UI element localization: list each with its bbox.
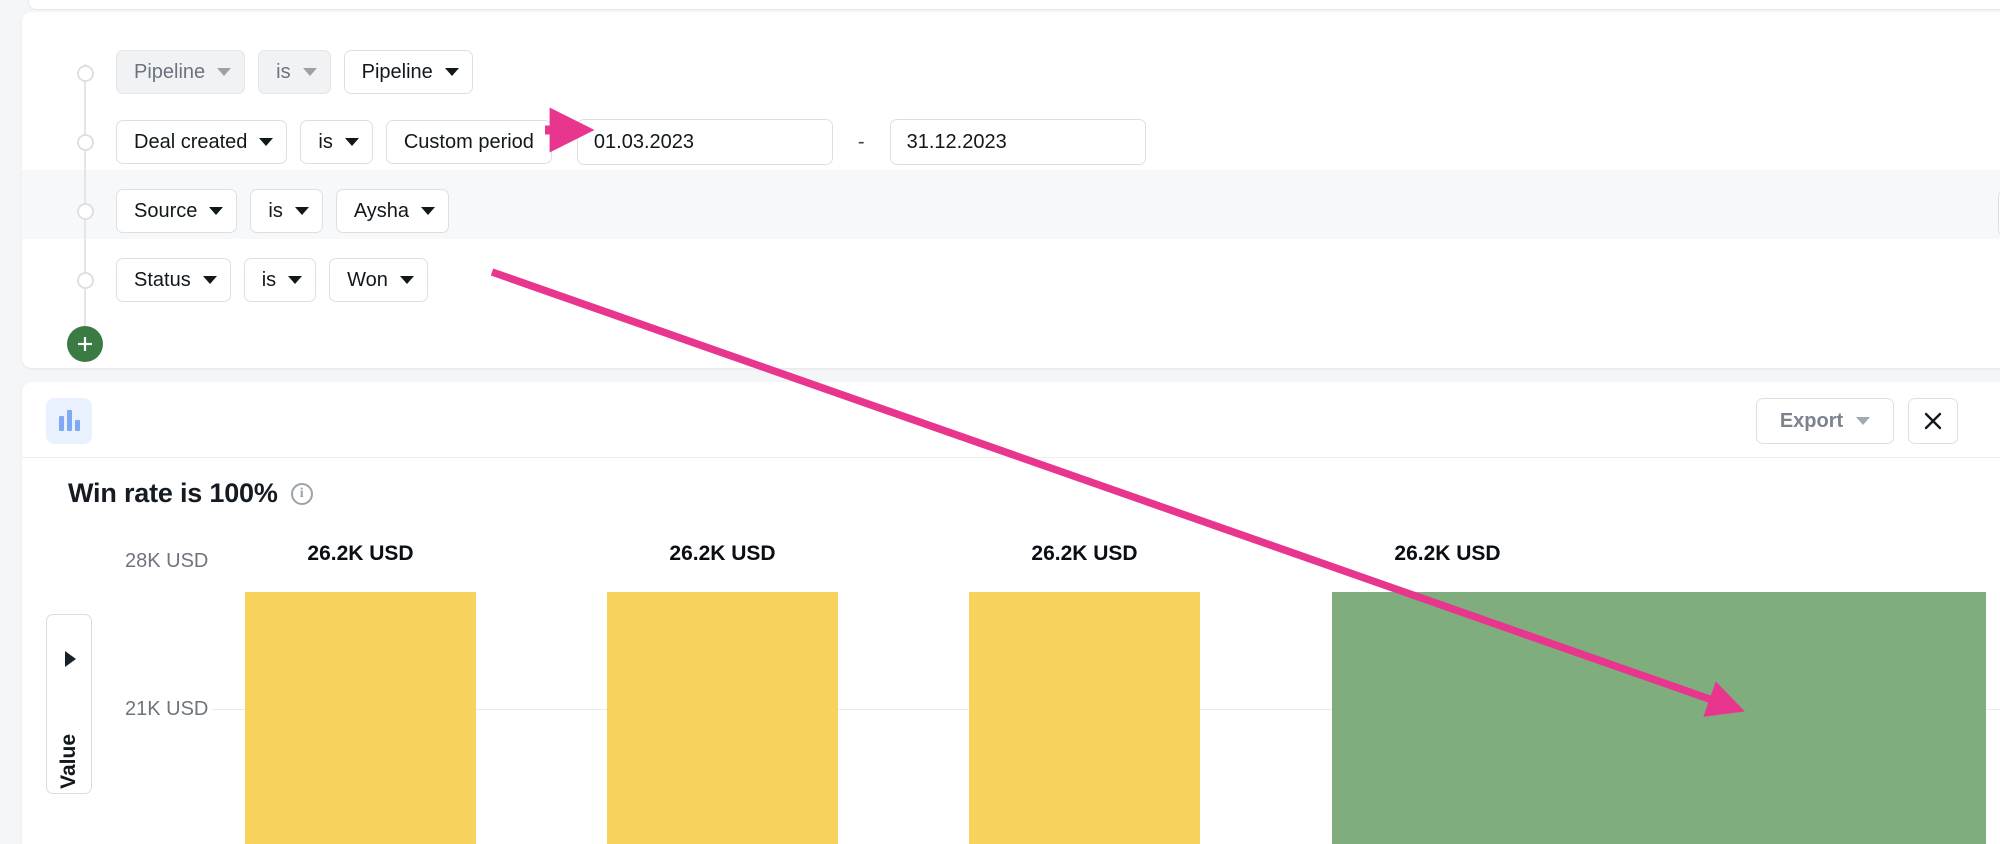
filter-value-dropdown-2[interactable]: Custom period bbox=[385, 120, 552, 164]
filter-value-dropdown-3[interactable]: Aysha bbox=[335, 189, 450, 233]
info-icon[interactable]: i bbox=[290, 482, 313, 505]
filter-node-4[interactable] bbox=[77, 272, 94, 289]
y-tick-label-1: 21K USD bbox=[125, 698, 209, 720]
filter-field-label-3: Source bbox=[134, 199, 198, 222]
bar-2[interactable] bbox=[607, 592, 838, 844]
bar-value-label-1: 26.2K USD bbox=[307, 542, 414, 565]
date-from-input[interactable]: 01.03.2023 bbox=[576, 119, 833, 165]
chevron-down-icon bbox=[421, 207, 436, 215]
filter-field-label-4: Status bbox=[134, 268, 191, 291]
filter-field-label-1: Pipeline bbox=[134, 60, 206, 83]
export-button[interactable]: Export bbox=[1756, 398, 1894, 444]
filter-value-label-2: Custom period bbox=[403, 130, 534, 153]
bar-1[interactable] bbox=[245, 592, 476, 844]
filter-field-dropdown-2[interactable]: Deal created bbox=[116, 120, 288, 164]
bar-value-label-3: 26.2K USD bbox=[1031, 542, 1138, 565]
date-range-separator: - bbox=[857, 130, 865, 153]
axis-expand-tab[interactable]: Value bbox=[46, 614, 92, 794]
filter-field-dropdown-1: Pipeline bbox=[116, 50, 246, 94]
chart-panel-card: Export Win rate is 100% i 28K USD 21K US… bbox=[22, 382, 2000, 844]
bar-3[interactable] bbox=[969, 592, 1200, 844]
filter-value-label-3: Aysha bbox=[353, 199, 410, 222]
y-tick-label-0: 28K USD bbox=[125, 550, 209, 572]
date-to-input[interactable]: 31.12.2023 bbox=[889, 119, 1146, 165]
filter-value-label-1: Pipeline bbox=[361, 60, 433, 83]
filter-row-2: Deal created is Custom period 01.03.2023… bbox=[116, 119, 1146, 165]
bar-4[interactable] bbox=[1332, 592, 1986, 844]
chevron-down-icon bbox=[217, 68, 232, 76]
play-triangle-icon bbox=[65, 651, 76, 667]
chevron-down-icon bbox=[209, 207, 224, 215]
filter-node-1[interactable] bbox=[77, 65, 94, 82]
filter-operator-label-2: is bbox=[318, 130, 333, 153]
add-filter-button[interactable] bbox=[67, 326, 103, 362]
date-to-value: 31.12.2023 bbox=[906, 130, 1007, 153]
bar-value-label-2: 26.2K USD bbox=[669, 542, 776, 565]
chevron-down-icon bbox=[294, 207, 309, 215]
bar-value-label-4: 26.2K USD bbox=[1394, 542, 1501, 565]
chevron-down-icon bbox=[202, 276, 217, 284]
filter-row-3: Source is Aysha bbox=[116, 189, 450, 233]
chevron-down-icon bbox=[1856, 417, 1871, 425]
filter-node-3[interactable] bbox=[77, 203, 94, 220]
filter-row-4: Status is Won bbox=[116, 258, 428, 302]
bar-chart-plot: 28K USD 21K USD Value 26.2K USD 26.2K US… bbox=[22, 532, 2000, 844]
filter-operator-dropdown-2[interactable]: is bbox=[300, 120, 373, 164]
plus-icon bbox=[78, 337, 92, 351]
export-label: Export bbox=[1779, 409, 1844, 432]
filter-node-2[interactable] bbox=[77, 134, 94, 151]
filter-operator-label-4: is bbox=[261, 268, 277, 291]
filter-operator-dropdown-1: is bbox=[258, 50, 331, 94]
filter-operator-dropdown-4[interactable]: is bbox=[243, 258, 317, 302]
date-from-value: 01.03.2023 bbox=[593, 130, 695, 153]
filter-operator-dropdown-3[interactable]: is bbox=[250, 189, 323, 233]
bar-chart-icon bbox=[46, 398, 92, 444]
filter-operator-label-1: is bbox=[276, 60, 291, 83]
filter-value-label-4: Won bbox=[347, 268, 388, 291]
chevron-down-icon bbox=[259, 138, 274, 146]
filter-field-dropdown-3[interactable]: Source bbox=[116, 189, 238, 233]
filter-builder-card: Pipeline is Pipeline Deal created is Cus… bbox=[22, 12, 2000, 368]
filter-row-1: Pipeline is Pipeline bbox=[116, 50, 473, 94]
chevron-down-icon bbox=[399, 276, 414, 284]
filter-operator-label-3: is bbox=[268, 199, 283, 222]
filter-field-dropdown-4[interactable]: Status bbox=[116, 258, 231, 302]
top-panel-sliver bbox=[28, 0, 2000, 10]
chevron-down-icon bbox=[302, 68, 317, 76]
page-title: Win rate is 100% i bbox=[68, 478, 313, 509]
chevron-down-icon bbox=[288, 276, 303, 284]
chart-toolbar: Export bbox=[22, 382, 2000, 458]
close-panel-button[interactable] bbox=[1908, 398, 1958, 444]
filter-field-label-2: Deal created bbox=[134, 130, 248, 153]
filter-value-dropdown-4[interactable]: Won bbox=[329, 258, 428, 302]
chevron-down-icon bbox=[444, 68, 459, 76]
axis-tab-label: Value bbox=[57, 734, 80, 789]
close-icon bbox=[1924, 412, 1942, 430]
filter-value-dropdown-1[interactable]: Pipeline bbox=[343, 50, 473, 94]
chevron-down-icon bbox=[344, 138, 359, 146]
win-rate-text: Win rate is 100% bbox=[68, 478, 278, 508]
